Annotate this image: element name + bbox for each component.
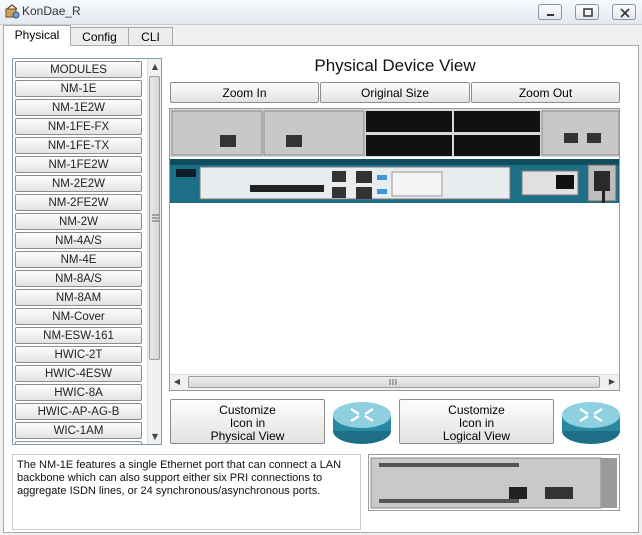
usb-port-icon[interactable] [332,187,346,198]
module-item[interactable]: NM-ESW-161 [15,327,142,344]
device-view-scroll-thumb[interactable] [188,376,600,388]
module-item[interactable]: HWIC-2T [15,346,142,363]
page-title: Physical Device View [314,56,476,75]
original-size-button[interactable]: Original Size [320,82,470,103]
module-list: MODULES NM-1E NM-1E2W NM-1FE-FX NM-1FE-T… [12,58,162,445]
power-socket-icon[interactable] [594,171,610,191]
empty-slot[interactable] [454,135,540,156]
minimize-icon [547,14,554,16]
empty-slot[interactable] [366,135,452,156]
device-view-hscrollbar[interactable]: ◀ ▶ [170,374,619,390]
module-item[interactable]: NM-1E [15,80,142,97]
window-title: KonDae_R [22,4,81,18]
maximize-button[interactable] [575,4,599,20]
nm-1e-module-icon [369,455,619,510]
grip-icon [389,379,397,385]
grip-icon [152,214,159,222]
module-item-partial[interactable] [15,441,142,444]
cisco-logo-icon [176,169,196,177]
empty-slot[interactable] [366,111,452,132]
module-list-scrollbar[interactable]: ▲ ▼ [147,59,161,444]
module-item[interactable]: NM-1FE2W [15,156,142,173]
modules-header: MODULES [15,61,142,78]
title-bar: KonDae_R [0,0,642,25]
gigabit-port-icon[interactable] [356,187,372,199]
close-button[interactable] [612,4,636,20]
zoom-out-button[interactable]: Zoom Out [471,82,620,103]
customize-logical-line-3: Logical View [442,429,511,443]
module-item[interactable]: NM-Cover [15,308,142,325]
module-item[interactable]: HWIC-AP-AG-B [15,403,142,420]
module-description: The NM-1E features a single Ethernet por… [12,454,361,530]
module-item[interactable]: NM-4A/S [15,232,142,249]
customize-physical-icon-button[interactable]: Customize Icon in Physical View [170,399,325,444]
usb-port-icon[interactable] [332,171,346,182]
scroll-down-arrow-icon[interactable]: ▼ [148,430,161,444]
module-image [368,454,620,511]
module-item[interactable]: HWIC-4ESW [15,365,142,382]
module-item[interactable]: NM-2E2W [15,175,142,192]
module-item[interactable]: NM-2FE2W [15,194,142,211]
minimize-button[interactable] [538,4,562,20]
module-item[interactable]: HWIC-8A [15,384,142,401]
customize-logical-icon-button[interactable]: Customize Icon in Logical View [399,399,554,444]
scroll-left-arrow-icon[interactable]: ◀ [170,375,184,389]
module-item[interactable]: NM-8A/S [15,270,142,287]
module-item[interactable]: NM-1FE-TX [15,137,142,154]
ethernet-port-icon[interactable] [564,133,578,143]
module-item[interactable]: NM-1E2W [15,99,142,116]
maximize-icon [583,8,593,17]
tab-physical[interactable]: Physical [3,25,71,46]
ethernet-port-icon[interactable] [286,135,302,147]
router-logical-icon [562,402,620,444]
tab-config[interactable]: Config [70,27,129,45]
scroll-up-arrow-icon[interactable]: ▲ [148,60,161,74]
module-item[interactable]: NM-4E [15,251,142,268]
module-item[interactable]: WIC-1AM [15,422,142,439]
ethernet-port-icon[interactable] [220,135,236,147]
module-item[interactable]: NM-1FE-FX [15,118,142,135]
tab-cli[interactable]: CLI [128,27,173,45]
gigabit-port-icon[interactable] [356,171,372,183]
module-list-scroll-thumb[interactable] [149,76,160,360]
ethernet-port-icon[interactable] [587,133,601,143]
zoom-in-button[interactable]: Zoom In [170,82,319,103]
device-view-canvas[interactable]: ◀ ▶ [169,108,620,391]
power-switch-icon[interactable] [556,175,574,189]
empty-slot[interactable] [454,111,540,132]
tab-bar: Physical Config CLI [0,25,642,46]
router-physical-icon [333,402,391,444]
module-item[interactable]: NM-8AM [15,289,142,306]
module-item[interactable]: NM-2W [15,213,142,230]
router-app-icon [5,4,20,19]
customize-physical-line-3: Physical View [210,429,285,443]
close-icon [620,8,630,18]
scroll-right-arrow-icon[interactable]: ▶ [605,375,619,389]
router-image[interactable] [170,109,619,375]
